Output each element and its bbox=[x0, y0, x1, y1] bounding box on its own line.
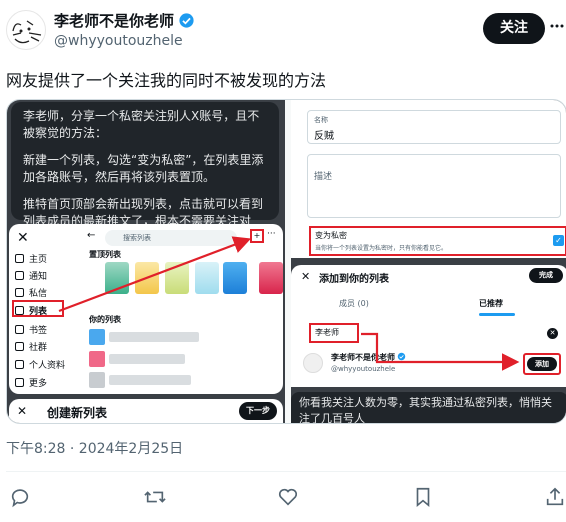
arrow-to-new-list bbox=[58, 236, 252, 313]
arrow-to-add bbox=[361, 332, 520, 371]
tweet-text: 网友提供了一个关注我的同时不被发现的方法 bbox=[6, 71, 327, 90]
bookmark-icon[interactable] bbox=[412, 486, 436, 510]
tweet-header: 李老师不是你老师 @whyyoutouzhele 关注 bbox=[0, 0, 566, 60]
verified-badge-icon bbox=[179, 13, 194, 28]
cat-sketch-icon bbox=[12, 20, 42, 44]
author-name-text[interactable]: 李老师不是你老师 bbox=[54, 12, 174, 30]
divider bbox=[6, 471, 566, 472]
reply-icon[interactable] bbox=[9, 486, 33, 510]
tweet-media[interactable]: 李老师，分享一个私密关注别人X账号，且不被察觉的方法： 新建一个列表，勾选“变为… bbox=[6, 99, 566, 424]
like-icon[interactable] bbox=[277, 486, 301, 510]
retweet-icon[interactable] bbox=[144, 486, 168, 510]
author-avatar[interactable] bbox=[6, 10, 46, 50]
tweet-timestamp[interactable]: 下午8:28 · 2024年2月25日 bbox=[6, 438, 183, 458]
share-icon[interactable] bbox=[544, 486, 566, 510]
follow-button[interactable]: 关注 bbox=[483, 13, 545, 44]
author-name[interactable]: 李老师不是你老师 bbox=[54, 10, 195, 31]
author-handle[interactable]: @whyyoutouzhele bbox=[54, 33, 183, 49]
more-options-icon[interactable] bbox=[549, 18, 565, 38]
annotation-arrows bbox=[58, 236, 520, 371]
